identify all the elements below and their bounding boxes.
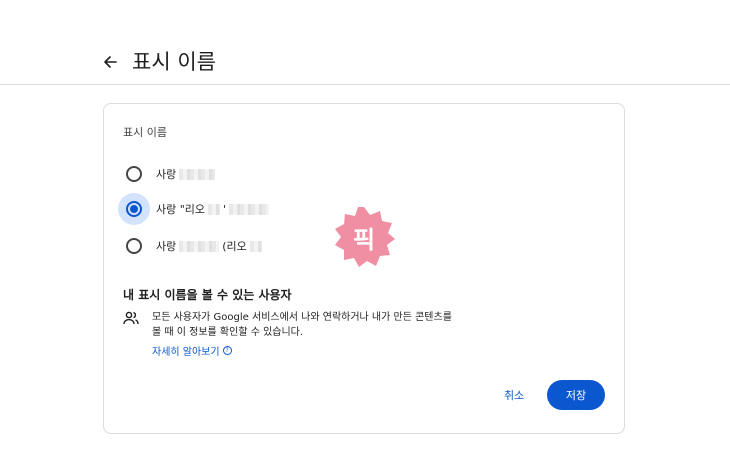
option-label: 사랑 (156, 166, 216, 182)
option-text: 사랑 (156, 168, 177, 181)
option-suffix: ' (223, 202, 227, 216)
radio-button-selected[interactable] (126, 201, 142, 217)
visibility-heading: 내 표시 이름을 볼 수 있는 사용자 (123, 288, 292, 302)
badge-text: 픽 (352, 225, 376, 254)
visibility-description: 모든 사용자가 Google 서비스에서 나와 연락하거나 내가 만든 콘텐츠를… (152, 312, 452, 338)
section-label: 표시 이름 (123, 126, 167, 139)
name-option-1[interactable]: 사랑 (126, 158, 216, 190)
redacted-name (249, 240, 262, 252)
people-icon (123, 311, 139, 325)
option-text: 사랑 "리오 (156, 203, 206, 216)
option-suffix: (리오 (222, 240, 247, 253)
option-label: 사랑 (리오 (156, 238, 262, 254)
radio-wrap (118, 230, 150, 262)
radio-wrap (118, 158, 150, 190)
radio-button[interactable] (126, 166, 142, 182)
redacted-name (208, 203, 221, 215)
page-title: 표시 이름 (132, 50, 216, 74)
arrow-back-icon (104, 56, 117, 68)
learn-more-link[interactable]: 자세히 알아보기 ? (152, 343, 232, 358)
watermark-badge: 픽 (332, 205, 396, 269)
page-header: 표시 이름 (0, 0, 730, 85)
cancel-button[interactable]: 취소 (494, 380, 534, 410)
name-option-2[interactable]: 사랑 "리오 ' (118, 193, 270, 225)
save-button[interactable]: 저장 (547, 380, 605, 410)
learn-more-text: 자세히 알아보기 (152, 347, 220, 358)
redacted-name (179, 168, 216, 180)
redacted-name (179, 240, 220, 252)
radio-button[interactable] (126, 238, 142, 254)
back-button[interactable] (98, 50, 122, 74)
option-label: 사랑 "리오 ' (156, 201, 270, 217)
radio-wrap (118, 193, 150, 225)
name-option-3[interactable]: 사랑 (리오 (126, 230, 262, 262)
option-text: 사랑 (156, 240, 177, 253)
help-icon: ? (222, 346, 232, 355)
redacted-name (229, 203, 270, 215)
